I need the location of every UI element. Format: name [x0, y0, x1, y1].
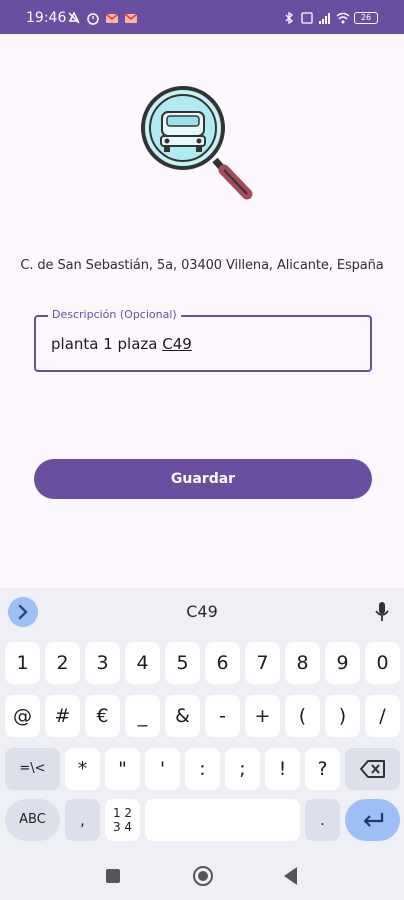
description-value-composing: C49	[162, 335, 192, 353]
key-more-symbols[interactable]: =\<	[5, 748, 60, 790]
enter-arrow-icon	[363, 813, 383, 827]
enter-key[interactable]	[345, 799, 400, 841]
key-at[interactable]: @	[5, 695, 40, 737]
description-input[interactable]: planta 1 plaza C49	[51, 335, 192, 353]
car-search-illustration	[125, 60, 279, 220]
numpad-key-bottom: 3 4	[112, 820, 133, 834]
key-close-paren[interactable]: )	[325, 695, 360, 737]
key-question[interactable]: ?	[305, 748, 340, 790]
nfc-icon	[301, 12, 313, 24]
key-double-quote[interactable]: "	[105, 748, 140, 790]
key-1[interactable]: 1	[5, 642, 40, 684]
back-icon[interactable]	[284, 867, 297, 885]
key-open-paren[interactable]: (	[285, 695, 320, 737]
numpad-key[interactable]: 1 2 3 4	[105, 799, 140, 841]
description-field[interactable]: Descripción (Opcional) planta 1 plaza C4…	[34, 308, 372, 372]
keyboard-suggestion-bar: C49	[0, 588, 404, 636]
key-colon[interactable]: :	[185, 748, 220, 790]
key-6[interactable]: 6	[205, 642, 240, 684]
key-underscore[interactable]: _	[125, 695, 160, 737]
space-key[interactable]	[145, 799, 300, 841]
backspace-icon	[359, 760, 385, 778]
numpad-key-top: 1 2	[112, 806, 133, 820]
key-hash[interactable]: #	[45, 695, 80, 737]
key-slash[interactable]: /	[365, 695, 400, 737]
status-right-icons: 26	[282, 10, 378, 26]
wifi-icon	[336, 12, 350, 24]
key-exclamation[interactable]: !	[265, 748, 300, 790]
silent-mode-icon	[68, 11, 80, 24]
key-2[interactable]: 2	[45, 642, 80, 684]
home-icon[interactable]	[193, 866, 213, 886]
status-bar: 19:46 26	[0, 0, 404, 34]
key-euro[interactable]: €	[85, 695, 120, 737]
battery-icon: 26	[354, 12, 378, 24]
key-7[interactable]: 7	[245, 642, 280, 684]
key-9[interactable]: 9	[325, 642, 360, 684]
status-time: 19:46	[26, 10, 67, 26]
microphone-icon[interactable]	[374, 601, 390, 623]
recents-icon[interactable]	[106, 869, 120, 883]
keyboard-suggestion[interactable]: C49	[0, 602, 404, 621]
save-button[interactable]: Guardar	[34, 459, 372, 499]
key-minus[interactable]: -	[205, 695, 240, 737]
key-3[interactable]: 3	[85, 642, 120, 684]
mail-icon	[105, 13, 119, 23]
description-field-label: Descripción (Opcional)	[48, 308, 181, 321]
key-ampersand[interactable]: &	[165, 695, 200, 737]
status-left-icons	[67, 10, 138, 26]
key-4[interactable]: 4	[125, 642, 160, 684]
key-asterisk[interactable]: *	[65, 748, 100, 790]
bluetooth-icon	[285, 11, 294, 25]
mail-icon-2	[124, 13, 138, 23]
key-single-quote[interactable]: '	[145, 748, 180, 790]
keyboard: C49 1 2 3 4 5 6 7 8 9 0 @ # € _ & - + ( …	[0, 588, 404, 852]
backspace-key[interactable]	[345, 748, 400, 790]
address-text: C. de San Sebastián, 5a, 03400 Villena, …	[20, 258, 384, 273]
period-key[interactable]: .	[305, 799, 340, 841]
system-navigation-bar	[0, 852, 404, 900]
alarm-icon	[87, 13, 99, 25]
key-8[interactable]: 8	[285, 642, 320, 684]
key-plus[interactable]: +	[245, 695, 280, 737]
key-0[interactable]: 0	[365, 642, 400, 684]
description-value-prefix: planta 1 plaza	[51, 335, 163, 353]
key-5[interactable]: 5	[165, 642, 200, 684]
key-semicolon[interactable]: ;	[225, 748, 260, 790]
abc-key[interactable]: ABC	[5, 799, 60, 841]
comma-key[interactable]: ,	[65, 799, 100, 841]
signal-icon	[319, 13, 330, 24]
